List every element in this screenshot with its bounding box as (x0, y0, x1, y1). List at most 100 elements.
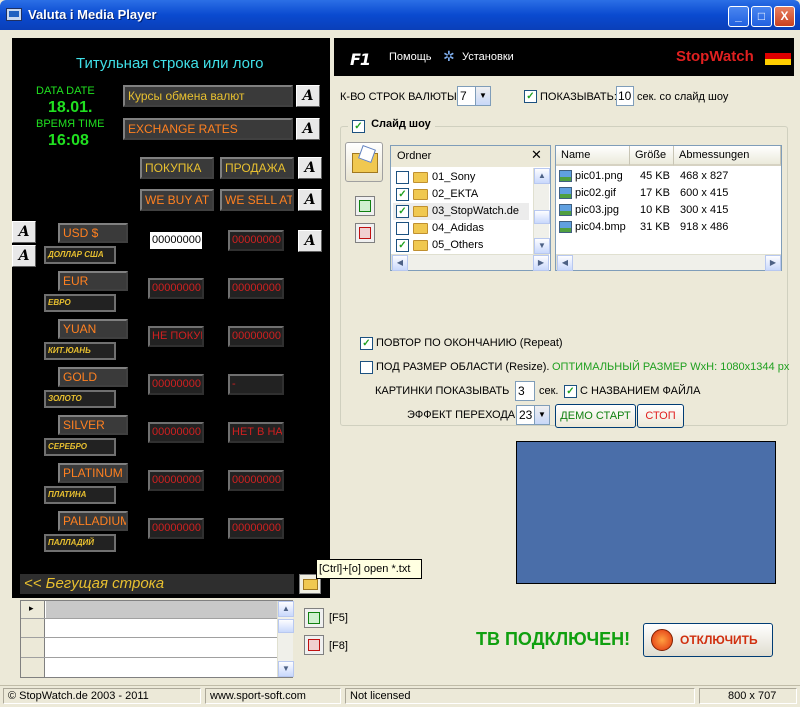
folder-checkbox[interactable] (396, 170, 409, 184)
stop-button[interactable]: СТОП (637, 404, 684, 428)
pics-seconds-input[interactable]: 3 (515, 381, 535, 401)
help-link[interactable]: Помощь (389, 51, 432, 63)
scroll-up-icon[interactable]: ▲ (278, 601, 294, 617)
file-row[interactable]: pic01.png 45 KB 468 x 827 (559, 168, 769, 185)
sell-value[interactable]: НЕТ В НАЛ (228, 422, 284, 443)
currency-name[interactable]: КИТ.ЮАНЬ (44, 342, 116, 360)
ticker-play-button[interactable] (304, 608, 324, 628)
folder-item[interactable]: 04_Adidas (393, 220, 529, 237)
sell-value[interactable]: 00000000 (228, 326, 284, 347)
currency-code[interactable]: SILVER (58, 415, 128, 435)
folder-item[interactable]: ✓ 03_StopWatch.de (393, 203, 529, 220)
currency-name[interactable]: ПЛАТИНА (44, 486, 116, 504)
minimize-button[interactable]: _ (728, 6, 749, 27)
chevron-down-icon[interactable]: ▼ (534, 406, 549, 424)
font-button-headers-ru[interactable]: A (298, 157, 322, 179)
sell-label-ru[interactable]: ПРОДАЖА (220, 157, 294, 179)
slideshow-checkbox[interactable]: ✓ (352, 120, 365, 133)
currency-name[interactable]: СЕРЕБРО (44, 438, 116, 456)
scroll-thumb[interactable] (534, 210, 550, 224)
font-button-headers-en[interactable]: A (298, 189, 322, 211)
open-folder-button[interactable] (345, 142, 383, 182)
rows-select[interactable]: 7 ▼ (457, 86, 491, 106)
col-name[interactable]: Name (556, 146, 630, 166)
currency-code[interactable]: PLATINUM (58, 463, 128, 483)
grid-selected-row[interactable] (46, 601, 277, 618)
folder-checkbox[interactable]: ✓ (396, 204, 409, 218)
scroll-up-icon[interactable]: ▲ (534, 168, 550, 184)
folder-item[interactable]: 01_Sony (393, 169, 529, 186)
sell-value[interactable]: - (228, 374, 284, 395)
font-button-values[interactable]: A (298, 230, 322, 252)
buy-label-ru[interactable]: ПОКУПКА (140, 157, 214, 179)
scroll-right-icon[interactable]: ▶ (765, 255, 781, 271)
ticker-grid[interactable]: ▸ ▲ ▼ (20, 600, 294, 678)
ticker-stop-button[interactable] (304, 635, 324, 655)
file-row[interactable]: pic03.jpg 10 KB 300 x 415 (559, 202, 769, 219)
folder-checkbox[interactable]: ✓ (396, 238, 409, 252)
grid-scrollbar[interactable]: ▲ ▼ (277, 601, 294, 677)
rates-title-ru[interactable]: Курсы обмена валют (123, 85, 293, 107)
repeat-checkbox[interactable]: ✓ (360, 337, 373, 350)
display-title[interactable]: Титульная строка или лого (76, 55, 263, 72)
folder-scrollbar-h[interactable]: ◀ ▶ (391, 254, 549, 271)
scroll-left-icon[interactable]: ◀ (392, 255, 408, 271)
maximize-button[interactable]: □ (751, 6, 772, 27)
scroll-left-icon[interactable]: ◀ (557, 255, 573, 271)
buy-value[interactable]: 00000000 (148, 278, 204, 299)
close-button[interactable]: X (774, 6, 795, 27)
filename-checkbox[interactable]: ✓ (564, 385, 577, 398)
currency-name[interactable]: ЗОЛОТО (44, 390, 116, 408)
german-flag-icon[interactable] (765, 47, 791, 65)
scroll-right-icon[interactable]: ▶ (533, 255, 549, 271)
scroll-down-icon[interactable]: ▼ (534, 238, 550, 254)
folder-item[interactable]: ✓ 05_Others (393, 237, 529, 254)
file-row[interactable]: pic02.gif 17 KB 600 x 415 (559, 185, 769, 202)
folder-scrollbar-v[interactable]: ▲ ▼ (533, 168, 550, 254)
file-scrollbar-h[interactable]: ◀ ▶ (556, 254, 781, 271)
gear-icon[interactable]: ✲ (443, 48, 455, 65)
currency-name[interactable]: ЕВРО (44, 294, 116, 312)
currency-code[interactable]: PALLADIUM (58, 511, 128, 531)
buy-value[interactable]: НЕ ПОКУП (148, 326, 204, 347)
folder-checkbox[interactable]: ✓ (396, 187, 409, 201)
buy-label-en[interactable]: WE BUY AT (140, 189, 214, 211)
scroll-thumb[interactable] (278, 619, 294, 633)
chevron-down-icon[interactable]: ▼ (475, 87, 490, 105)
col-size[interactable]: Größe (630, 146, 674, 166)
slideshow-stop-button[interactable] (355, 223, 375, 243)
font-button-rates-en[interactable]: A (296, 118, 320, 140)
file-row[interactable]: pic04.bmp 31 KB 918 x 486 (559, 219, 769, 236)
buy-value[interactable]: 00000000 (148, 374, 204, 395)
settings-link[interactable]: Установки (462, 51, 514, 63)
currency-code[interactable]: GOLD (58, 367, 128, 387)
scroll-down-icon[interactable]: ▼ (278, 661, 294, 677)
currency-code[interactable]: EUR (58, 271, 128, 291)
font-button-rates-ru[interactable]: A (296, 85, 320, 107)
currency-name[interactable]: ДОЛЛАР США (44, 246, 116, 264)
sell-value[interactable]: 00000000 (228, 470, 284, 491)
buy-value[interactable]: 00000000 (148, 518, 204, 539)
show-seconds-input[interactable]: 10 (616, 86, 634, 106)
col-dimensions[interactable]: Abmessungen (674, 146, 781, 166)
font-button-currency-code[interactable]: A (12, 221, 36, 243)
show-checkbox[interactable]: ✓ (524, 90, 537, 103)
sell-value[interactable]: 00000000 (228, 230, 284, 251)
rates-title-en[interactable]: EXCHANGE RATES (123, 118, 293, 140)
buy-value[interactable]: 00000000 (148, 470, 204, 491)
folder-checkbox[interactable] (396, 221, 409, 235)
currency-code[interactable]: YUAN (58, 319, 128, 339)
currency-name[interactable]: ПАЛЛАДИЙ (44, 534, 116, 552)
buy-value[interactable]: 00000000 (148, 422, 204, 443)
currency-code[interactable]: USD $ (58, 223, 128, 243)
font-button-currency-name[interactable]: A (12, 245, 36, 267)
effect-select[interactable]: 23 ▼ (516, 405, 550, 425)
sell-value[interactable]: 00000000 (228, 278, 284, 299)
resize-checkbox[interactable] (360, 361, 373, 374)
ticker-line[interactable]: << Бегущая строка (20, 574, 294, 594)
slideshow-play-button[interactable] (355, 196, 375, 216)
folder-item[interactable]: ✓ 02_EKTA (393, 186, 529, 203)
status-url[interactable]: www.sport-soft.com (205, 688, 341, 704)
sell-value[interactable]: 00000000 (228, 518, 284, 539)
sell-label-en[interactable]: WE SELL AT (220, 189, 294, 211)
